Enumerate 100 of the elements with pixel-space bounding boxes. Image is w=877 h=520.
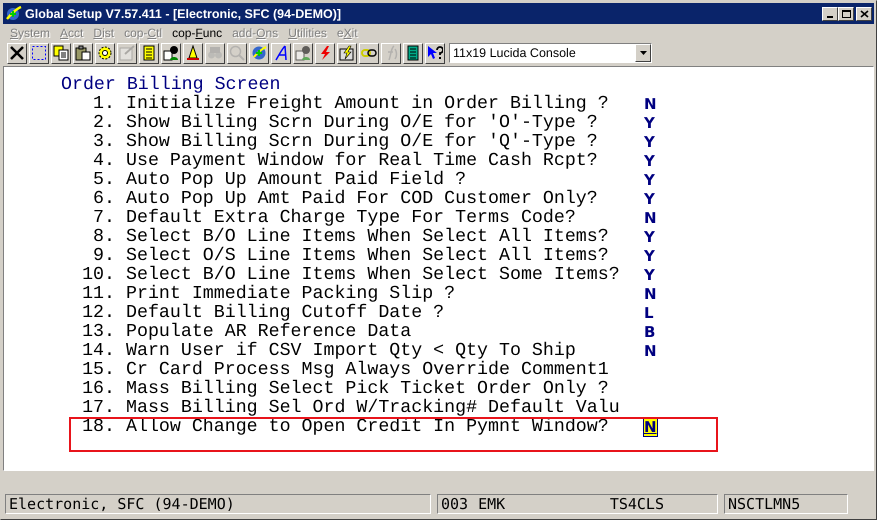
help-pointer-icon — [427, 45, 443, 61]
option-value[interactable]: N — [644, 418, 657, 436]
toolbar-button[interactable] — [95, 42, 115, 64]
toolbar-button[interactable] — [183, 42, 203, 64]
option-label: Print Immediate Packing Slip ? — [126, 284, 456, 304]
toolbar-button[interactable] — [337, 42, 357, 64]
option-label: Default Billing Cutoff Date ? — [126, 303, 444, 323]
option-value[interactable]: B — [644, 323, 656, 341]
option-number: 7. — [92, 209, 116, 228]
option-value[interactable]: L — [644, 304, 654, 322]
option-number: 6. — [92, 190, 116, 209]
screen-title: Order Billing Screen — [61, 76, 280, 95]
option-label: Select O/S Line Items When Select All Items? — [126, 246, 609, 266]
option-label: Auto Pop Up Amount Paid Field ? — [126, 170, 466, 190]
toolbar-button[interactable] — [271, 42, 291, 64]
user-code: EMK — [478, 495, 506, 513]
option-number: 10. — [81, 266, 116, 285]
toolbar-button[interactable] — [139, 42, 159, 64]
option-label: Allow Change to Open Credit In Pymnt Window? — [126, 417, 609, 437]
minimize-icon — [827, 16, 833, 18]
option-number: 17. — [81, 399, 116, 418]
option-label: Mass Billing Sel Ord W/Tracking# Default Valu — [126, 398, 620, 418]
toolbar-button[interactable] — [29, 42, 49, 64]
toolbar-button[interactable] — [425, 42, 445, 64]
option-number: 15. — [81, 361, 116, 380]
option-number: 16. — [81, 380, 116, 399]
person-icon — [163, 45, 179, 61]
option-label: Use Payment Window for Real Time Cash Rcpt? — [126, 151, 598, 171]
option-label: Cr Card Process Msg Always Override Comment1 — [126, 360, 609, 380]
toolbar-button[interactable] — [161, 42, 181, 64]
option-value[interactable]: Y — [644, 228, 655, 246]
bell-icon — [185, 45, 201, 61]
search-icon — [229, 45, 245, 61]
window-title: Global Setup V7.57.411 - [Electronic, SFC (94-DEMO)] — [25, 6, 342, 20]
option-number: 14. — [81, 342, 116, 361]
option-number: 2. — [92, 114, 116, 133]
close-button[interactable] — [856, 6, 872, 20]
lightning-box-icon — [339, 45, 355, 61]
option-label: Auto Pop Up Amt Paid For COD Customer Only? — [126, 189, 598, 209]
option-value[interactable]: N — [644, 342, 657, 360]
option-number: 18. — [81, 418, 116, 437]
font-dropdown[interactable]: 11x19 Lucida Console — [449, 43, 652, 63]
option-label: Default Extra Charge Type For Terms Code? — [126, 208, 576, 228]
form-icon — [119, 45, 135, 61]
option-number: 4. — [92, 152, 116, 171]
option-number: 3. — [92, 133, 116, 152]
option-value[interactable]: N — [644, 209, 657, 227]
option-label: Select B/O Line Items When Select Some Items? — [126, 265, 620, 285]
copy-icon — [53, 45, 69, 61]
option-number: 9. — [92, 247, 116, 266]
option-value[interactable]: Y — [644, 152, 655, 170]
clipboard-icon — [75, 45, 91, 61]
option-number: 13. — [81, 323, 116, 342]
program-name: NSCTLMN5 — [728, 495, 800, 513]
option-label: Show Billing Scrn During O/E for 'Q'-Type ? — [126, 132, 598, 152]
toolbar-button[interactable] — [249, 42, 269, 64]
station-name: TS4CLS — [610, 495, 664, 513]
script-letter-icon — [273, 45, 289, 61]
toolbar-button[interactable] — [7, 42, 27, 64]
company-name: Electronic, SFC (94-DEMO) — [9, 495, 235, 513]
option-value[interactable]: Y — [644, 266, 655, 284]
close-icon — [9, 45, 25, 61]
option-label: Initialize Freight Amount in Order Billing ? — [126, 94, 609, 114]
menu-item[interactable]: cop-Func — [167, 26, 228, 40]
option-value[interactable]: N — [644, 285, 657, 303]
option-label: Warn User if CSV Import Qty < Qty To Ship — [126, 341, 576, 361]
option-number: 11. — [81, 285, 116, 304]
selection-icon — [31, 45, 47, 61]
toolbar-button[interactable] — [315, 42, 335, 64]
person-icon — [295, 45, 311, 61]
maximize-icon — [842, 10, 850, 18]
option-number: 8. — [92, 228, 116, 247]
maximize-button[interactable] — [838, 6, 854, 20]
option-label: Select B/O Line Items When Select All Items? — [126, 227, 609, 247]
toolbar-button[interactable] — [359, 42, 379, 64]
toolbar-button[interactable] — [51, 42, 71, 64]
option-value[interactable]: Y — [644, 114, 655, 132]
option-label: Mass Billing Select Pick Ticket Order Only ? — [126, 379, 609, 399]
option-value[interactable]: Y — [644, 171, 655, 189]
option-label: Show Billing Scrn During O/E for 'O'-Type ? — [126, 113, 598, 133]
toolbar-button[interactable] — [403, 42, 423, 64]
globe-icon — [251, 45, 267, 61]
option-number: 1. — [92, 95, 116, 114]
option-number: 5. — [92, 171, 116, 190]
gear-icon — [97, 45, 113, 61]
app-logo-icon — [5, 5, 22, 22]
option-value[interactable]: Y — [644, 190, 655, 208]
calculator-icon — [405, 45, 421, 61]
option-number: 12. — [81, 304, 116, 323]
toolbar-button[interactable] — [73, 42, 93, 64]
caret-icon — [640, 51, 646, 55]
company-code: 003 — [441, 495, 468, 513]
option-value[interactable]: Y — [644, 247, 655, 265]
option-value[interactable]: N — [644, 95, 657, 113]
binoculars-icon — [207, 45, 223, 61]
close-icon — [860, 10, 868, 18]
notepad-icon — [141, 45, 157, 61]
minimize-button[interactable] — [822, 6, 838, 20]
option-label: Populate AR Reference Data — [126, 322, 412, 342]
option-value[interactable]: Y — [644, 133, 655, 151]
